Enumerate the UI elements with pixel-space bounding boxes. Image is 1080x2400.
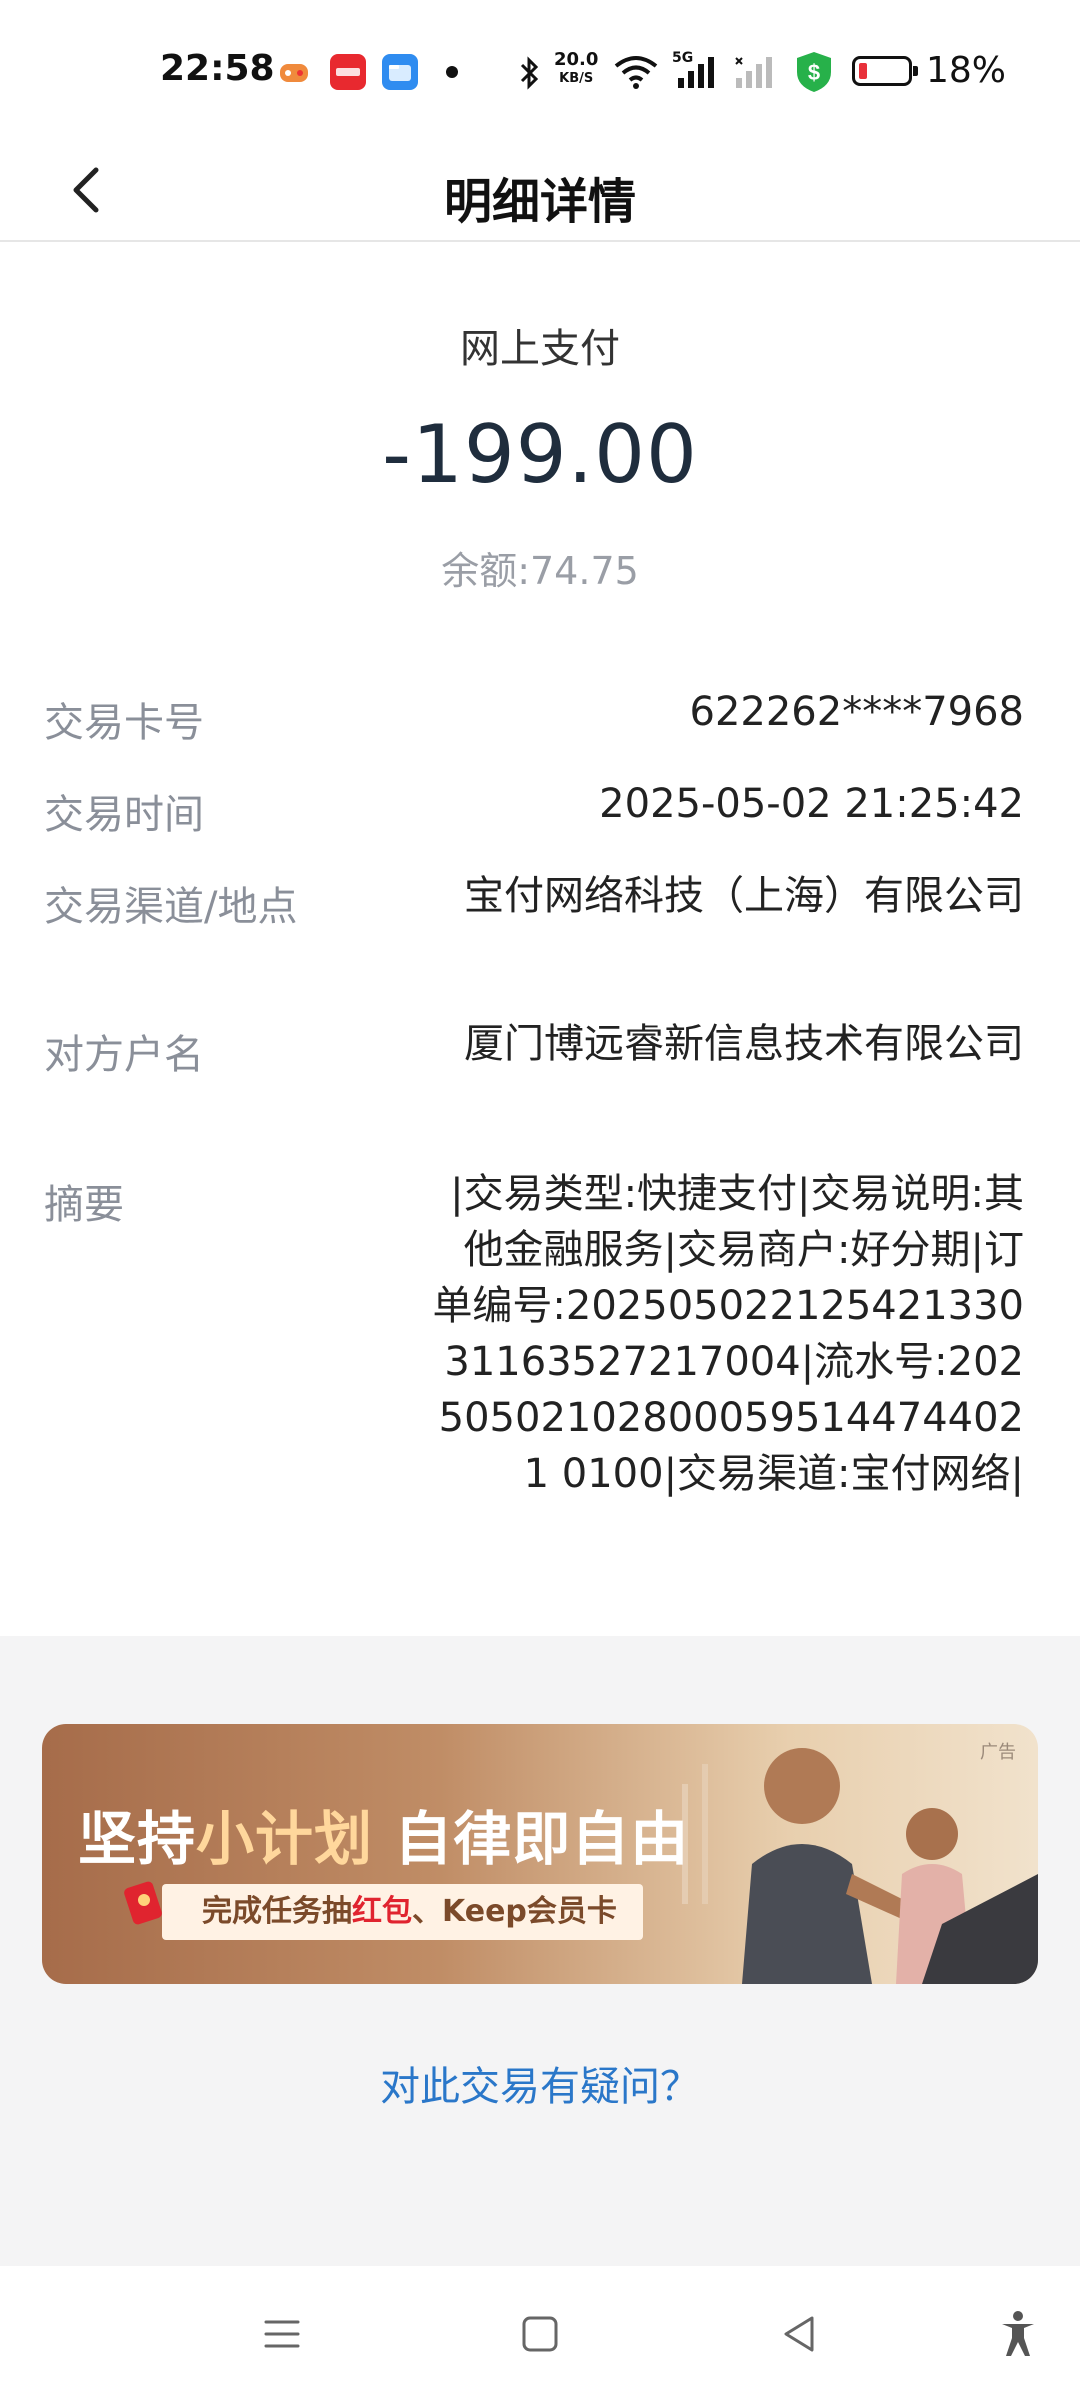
channel-label: 交易渠道/地点: [44, 884, 298, 930]
transaction-summary: 网上支付 -199.00 余额:74.75: [0, 240, 1080, 660]
security-shield-icon: $: [797, 52, 831, 92]
card-no-value: 622262****7968: [689, 689, 1025, 735]
svg-text:$: $: [808, 60, 820, 85]
folder-app-icon: [382, 54, 418, 90]
detail-list: 交易卡号 622262****7968 交易时间 2025-05-02 21:2…: [0, 689, 1080, 1592]
detail-row-card: 交易卡号 622262****7968: [0, 689, 1080, 782]
status-bar: 22:58 20.0 KB/S 5G $ 18%: [0, 0, 1080, 140]
net-speed-unit: KB/S: [559, 71, 594, 86]
transaction-amount: -199.00: [382, 408, 698, 501]
memo-label: 摘要: [44, 1182, 124, 1228]
system-nav-bar: [0, 2266, 1080, 2400]
banner-title-pre: 坚持: [78, 1805, 197, 1873]
banner-sub-pre: 完成任务抽: [202, 1894, 352, 1929]
home-square-icon[interactable]: [512, 2306, 568, 2362]
detail-row-payee: 对方户名 厦门博远睿新信息技术有限公司: [0, 1021, 1080, 1172]
runners-illustration: [682, 1748, 1038, 1984]
signal-empty-icon: [735, 57, 772, 88]
bluetooth-icon: [520, 56, 539, 90]
detail-row-memo: 摘要 |交易类型:快捷支付|交易说明:其他金融服务|交易商户:好分期|订单编号:…: [0, 1171, 1080, 1592]
haofenqi-app-icon: [330, 54, 366, 90]
signal-icon: [678, 57, 714, 88]
time-value: 2025-05-02 21:25:42: [599, 781, 1024, 827]
banner-sub-highlight: 红包: [352, 1894, 412, 1929]
detail-row-time: 交易时间 2025-05-02 21:25:42: [0, 781, 1080, 874]
banner-title-highlight: 小计划: [196, 1805, 374, 1873]
detail-row-channel: 交易渠道/地点 宝付网络科技（上海）有限公司: [0, 873, 1080, 1022]
top-bar: 明细详情: [0, 140, 1080, 242]
banner-title-post: 自律即自由: [373, 1805, 690, 1873]
banner-sub-post: 、Keep会员卡: [412, 1894, 617, 1929]
net-speed-value: 20.0: [554, 49, 599, 70]
transaction-type: 网上支付: [460, 326, 620, 372]
payee-label: 对方户名: [44, 1032, 204, 1078]
net-speed: 20.0 KB/S: [554, 50, 598, 88]
payee-value: 厦门博远睿新信息技术有限公司: [464, 1021, 1024, 1067]
ad-banner[interactable]: 广告 坚持小计划 自律即自由 完成任务抽红包、Keep会员卡: [42, 1724, 1038, 1984]
status-time: 22:58: [160, 48, 275, 89]
page-title: 明细详情: [443, 174, 636, 230]
account-balance: 余额:74.75: [441, 549, 639, 593]
battery-icon: [852, 56, 918, 86]
memo-value: |交易类型:快捷支付|交易说明:其他金融服务|交易商户:好分期|订单编号:202…: [432, 1171, 1024, 1497]
banner-title: 坚持小计划 自律即自由: [78, 1792, 689, 1876]
accessibility-icon[interactable]: [990, 2306, 1046, 2362]
bottom-area: 广告 坚持小计划 自律即自由 完成任务抽红包、Keep会员卡 对此交易有疑问？: [0, 1636, 1080, 2266]
wifi-icon: [614, 56, 658, 89]
channel-value: 宝付网络科技（上海）有限公司: [464, 873, 1024, 919]
game-app-icon: [276, 54, 312, 90]
transaction-question-link[interactable]: 对此交易有疑问？: [0, 2054, 1080, 2112]
banner-subtitle: 完成任务抽红包、Keep会员卡: [162, 1884, 643, 1940]
menu-icon[interactable]: [254, 2306, 310, 2362]
notification-dot: [446, 66, 458, 78]
back-triangle-icon[interactable]: [772, 2306, 828, 2362]
battery-percent: 18%: [926, 50, 1007, 91]
card-no-label: 交易卡号: [44, 700, 204, 746]
time-label: 交易时间: [44, 792, 204, 838]
